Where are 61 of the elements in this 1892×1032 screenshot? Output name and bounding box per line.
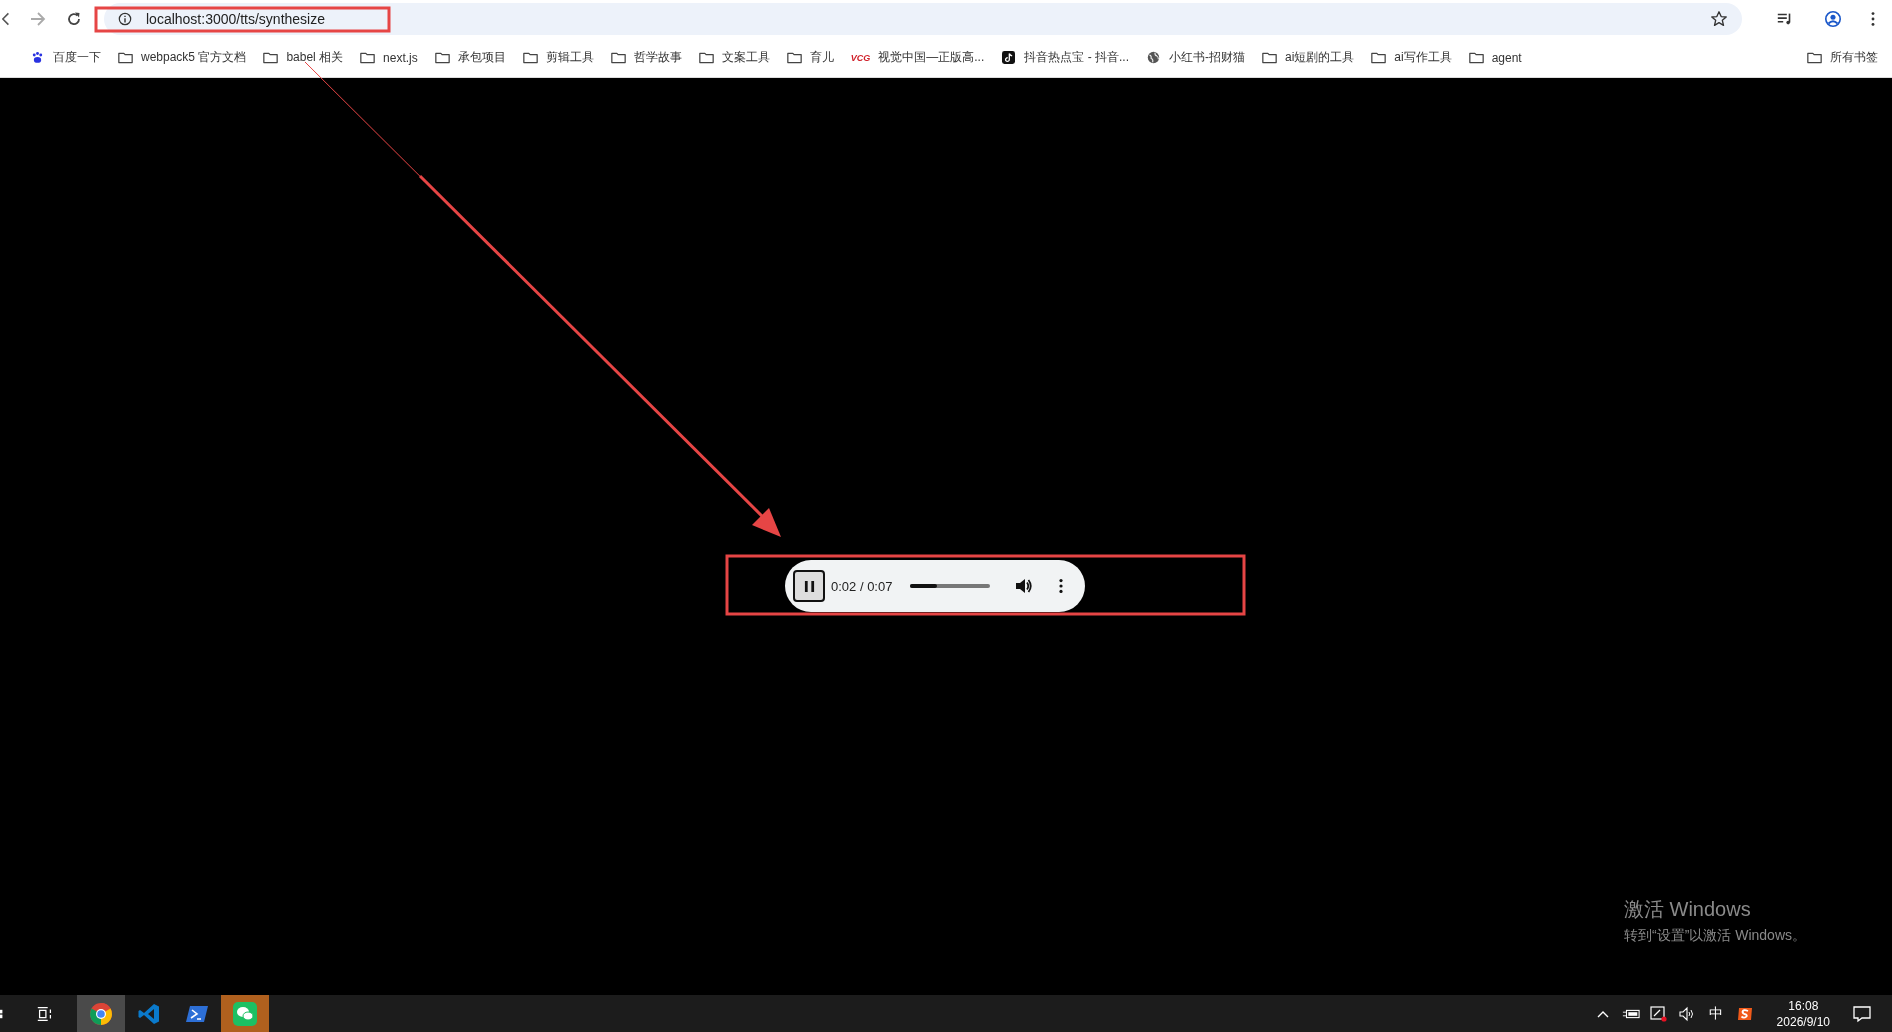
clock-date: 2026/9/10 xyxy=(1776,1013,1830,1030)
star-icon[interactable] xyxy=(1710,10,1728,28)
bookmark-item[interactable]: next.js xyxy=(360,50,418,65)
url-text: localhost:3000/tts/synthesize xyxy=(146,11,326,27)
progress-slider[interactable] xyxy=(910,584,991,588)
volume-icon[interactable] xyxy=(1014,576,1035,596)
folder-icon xyxy=(1371,51,1387,64)
browser-icon xyxy=(89,1001,113,1026)
pause-icon xyxy=(803,579,815,593)
bookmark-item[interactable]: 哲学故事 xyxy=(610,49,682,66)
folder-icon xyxy=(522,51,538,64)
activation-title: 激活 Windows xyxy=(1624,897,1752,922)
taskbar-app[interactable] xyxy=(77,995,125,1032)
taskbar-app[interactable] xyxy=(221,995,269,1032)
info-icon[interactable] xyxy=(118,12,132,26)
profile-icon[interactable] xyxy=(1824,10,1842,28)
speaker-icon[interactable] xyxy=(1677,1005,1696,1022)
more-options-icon[interactable] xyxy=(1058,577,1065,595)
task-view-icon[interactable] xyxy=(36,1004,54,1023)
bookmark-item[interactable]: 剪辑工具 xyxy=(522,49,594,66)
playback-time: 0:02 / 0:07 xyxy=(831,578,893,594)
bookmark-item[interactable]: webpack5 官方文档 xyxy=(118,49,247,66)
input-method-indicator[interactable]: 中 xyxy=(1708,1004,1723,1023)
input-app-icon[interactable] xyxy=(1735,1005,1754,1022)
paw-icon xyxy=(30,51,45,64)
folder-icon xyxy=(1468,51,1484,64)
reload-icon[interactable] xyxy=(66,11,82,27)
folder-icon xyxy=(1261,51,1277,64)
folder-icon xyxy=(786,51,802,64)
bookmark-item[interactable]: 育儿 xyxy=(786,49,834,66)
folder-icon xyxy=(610,51,626,64)
bookmark-item[interactable]: agent xyxy=(1468,50,1522,65)
logo-label: VCG xyxy=(850,52,871,63)
folder-icon xyxy=(1807,51,1822,64)
folder-icon xyxy=(698,51,714,64)
bookmark-item[interactable]: 文案工具 xyxy=(698,49,770,66)
folder-icon xyxy=(434,51,450,64)
network-icon[interactable] xyxy=(1649,1005,1668,1022)
activation-message: 转到“设置”以激活 Windows。 xyxy=(1624,927,1806,945)
bookmark-item[interactable]: 所有书签 xyxy=(1807,49,1878,66)
bookmark-item[interactable]: 抖音热点宝 - 抖音... xyxy=(1001,49,1129,66)
code-editor-icon xyxy=(137,1001,161,1026)
bookmark-item[interactable]: ai短剧的工具 xyxy=(1261,49,1355,66)
bookmark-item[interactable]: VCG 视觉中国—正版高... xyxy=(850,49,985,66)
back-icon[interactable] xyxy=(2,11,10,27)
bookmark-item[interactable]: 小红书-招财猫 xyxy=(1145,49,1245,66)
notification-icon[interactable] xyxy=(1852,1003,1872,1024)
pause-button[interactable] xyxy=(793,570,825,602)
chat-bubbles-icon xyxy=(233,1001,257,1026)
folder-icon xyxy=(263,51,279,64)
bookmark-item[interactable]: babel 相关 xyxy=(263,49,344,66)
address-bar[interactable]: localhost:3000/tts/synthesize xyxy=(104,3,1742,35)
menu-icon[interactable] xyxy=(1870,10,1876,28)
bookmark-item[interactable]: 百度一下 xyxy=(30,49,101,66)
music-note-icon xyxy=(1001,51,1017,64)
globe-icon xyxy=(1145,51,1161,64)
bookmark-item[interactable]: 承包项目 xyxy=(434,49,506,66)
folder-icon xyxy=(118,51,133,64)
clock-time: 16:08 xyxy=(1788,997,1819,1014)
folder-icon xyxy=(360,51,376,64)
bookmark-item[interactable]: ai写作工具 xyxy=(1371,49,1452,66)
